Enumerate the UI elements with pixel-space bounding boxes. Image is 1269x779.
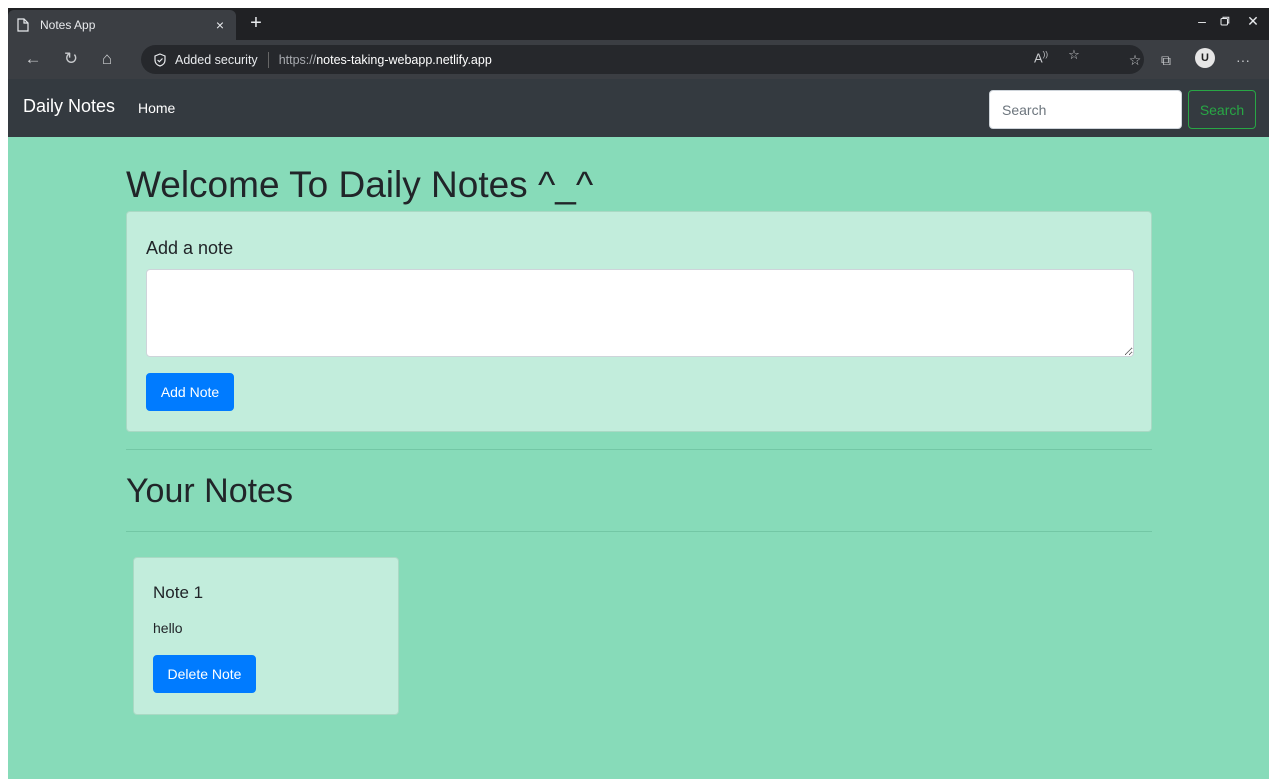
note-title: Note 1 xyxy=(153,583,204,602)
minimize-icon[interactable]: – xyxy=(1191,13,1213,29)
url-separator xyxy=(267,51,269,68)
divider xyxy=(126,449,1152,450)
welcome-heading: Welcome To Daily Notes ^_^ xyxy=(126,164,594,205)
security-label[interactable]: Added security xyxy=(175,53,258,67)
app-navbar: Daily Notes Home Search xyxy=(8,79,1269,137)
add-note-card: Add a note Add Note xyxy=(126,211,1152,432)
back-arrow-icon[interactable]: ← xyxy=(22,48,44,70)
note-textarea[interactable] xyxy=(146,269,1134,357)
url-prefix: https:// xyxy=(278,52,317,67)
add-note-title: Add a note xyxy=(146,238,234,258)
delete-note-button[interactable]: Delete Note xyxy=(153,655,256,693)
page-viewport: Daily Notes Home Search Welcome To Daily… xyxy=(8,79,1269,779)
shield-icon xyxy=(153,52,167,67)
browser-tab[interactable]: Notes App × xyxy=(8,10,236,40)
profile-avatar[interactable]: U xyxy=(1195,48,1215,68)
search-input[interactable] xyxy=(989,90,1182,129)
home-icon[interactable]: ⌂ xyxy=(96,48,118,70)
tab-title: Notes App xyxy=(40,18,96,32)
brand-link[interactable]: Daily Notes xyxy=(23,96,115,117)
browser-window: Notes App × + – ✕ ← ↻ ⌂ Added security h… xyxy=(8,8,1269,779)
collections-icon[interactable]: ⧉ xyxy=(1154,52,1178,69)
search-button[interactable]: Search xyxy=(1188,90,1256,129)
read-aloud-icon[interactable]: A)) xyxy=(1030,46,1052,67)
url-host: notes-taking-webapp.netlify.app xyxy=(316,52,492,67)
refresh-icon[interactable]: ↻ xyxy=(60,48,82,70)
add-note-button[interactable]: Add Note xyxy=(146,373,234,411)
your-notes-heading: Your Notes xyxy=(126,472,293,510)
address-bar: ← ↻ ⌂ Added security https:// notes-taki… xyxy=(8,40,1269,79)
tab-strip: Notes App × + – ✕ xyxy=(8,8,1269,40)
close-tab-icon[interactable]: × xyxy=(212,17,228,33)
restore-icon[interactable] xyxy=(1214,13,1236,29)
close-window-icon[interactable]: ✕ xyxy=(1242,13,1264,30)
new-tab-icon[interactable]: + xyxy=(244,12,268,36)
note-body: hello xyxy=(153,620,183,636)
favorites-icon[interactable]: ☆ xyxy=(1123,52,1147,69)
page-icon xyxy=(16,18,30,32)
divider xyxy=(126,531,1152,532)
url-bar[interactable]: Added security https:// notes-taking-web… xyxy=(141,45,1144,74)
add-favorite-icon[interactable]: ☆ xyxy=(1063,46,1085,64)
nav-home-link[interactable]: Home xyxy=(138,100,175,116)
more-icon[interactable]: ··· xyxy=(1231,52,1255,68)
note-card: Note 1 hello Delete Note xyxy=(133,557,399,715)
